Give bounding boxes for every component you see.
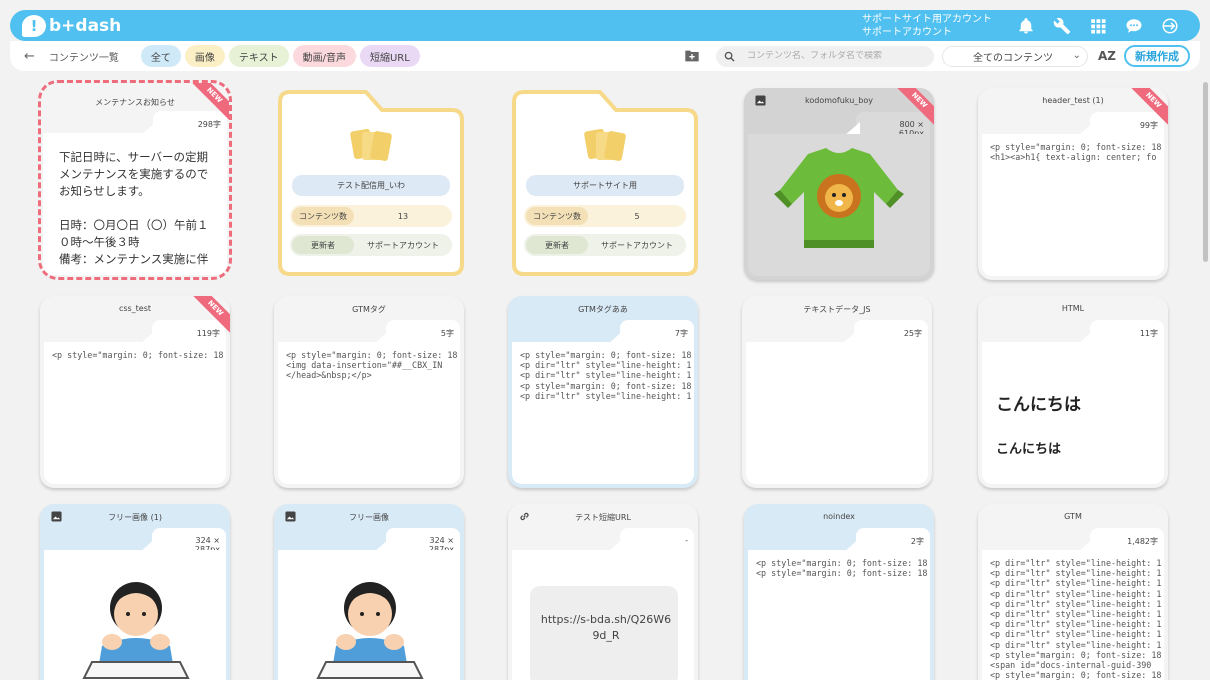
chat-icon[interactable] <box>1124 16 1144 36</box>
folder-add-icon[interactable] <box>684 49 700 63</box>
card-title: テスト短縮URL <box>575 513 631 522</box>
card-title: フリー画像 (1) <box>108 513 162 522</box>
account-name: サポートサイト用アカウント <box>862 13 992 25</box>
chevron-down-icon: ⌄ <box>1072 49 1081 61</box>
app-logo[interactable]: ! b+dash <box>22 14 122 37</box>
account-info[interactable]: サポートサイト用アカウント サポートアカウント <box>862 13 992 39</box>
search-input[interactable] <box>747 51 927 61</box>
page-scrollbar[interactable] <box>1201 82 1208 680</box>
sweater-image <box>774 148 904 248</box>
updater-label: 更新者 <box>526 236 588 254</box>
code-preview: <p style="margin: 0; font-size: 18 <h1><… <box>990 142 1162 163</box>
card-char-count: 2字 <box>910 537 924 546</box>
content-card-css-test[interactable]: css_test 119字 <p style="margin: 0; font-… <box>40 296 230 488</box>
card-char-count: 99字 <box>1139 121 1158 130</box>
search-icon <box>724 51 735 62</box>
back-arrow-icon[interactable]: ← <box>24 49 35 64</box>
card-char-count: 1,482字 <box>1127 537 1158 546</box>
count-value: 13 <box>397 211 409 221</box>
card-title: GTMタグああ <box>578 305 628 314</box>
updater-value: サポートアカウント <box>601 240 673 250</box>
boy-illustration-image <box>82 582 190 679</box>
content-type-value: 全てのコンテンツ <box>973 52 1053 64</box>
card-title: フリー画像 <box>349 513 389 522</box>
account-user: サポートアカウント <box>862 26 952 38</box>
boy-illustration-image <box>316 582 424 679</box>
folder-content-icon <box>584 128 626 161</box>
card-char-count: 11字 <box>1139 329 1158 338</box>
code-preview: <p style="margin: 0; font-size: 18 <img … <box>286 350 458 381</box>
card-char-count: 5字 <box>440 329 454 338</box>
logo-bubble-icon: ! <box>22 14 46 37</box>
folder-card-test[interactable]: テスト配信用_いわ コンテンツ数 13 更新者 サポートアカウント <box>276 88 466 278</box>
card-char-count: 25字 <box>903 329 922 338</box>
card-title: header_test (1) <box>1042 96 1104 105</box>
search-box[interactable] <box>716 45 934 67</box>
content-card-text-js[interactable]: テキストデータ_JS 25字 <box>742 296 932 488</box>
content-card-free-image[interactable]: フリー画像 324 × 287px <box>274 504 464 680</box>
filter-chip-video-audio[interactable]: 動画/音声 <box>292 45 356 67</box>
html-text-preview: こんにちは <box>996 442 1062 457</box>
notice-body-text: 下記日時に、サーバーの定期 メンテナンスを実施するので お知らせします。 日時：… <box>59 150 209 266</box>
code-preview: <p style="margin: 0; font-size: 18 <box>52 350 224 360</box>
content-card-gtm-tag[interactable]: GTMタグ 5字 <p style="margin: 0; font-size:… <box>274 296 464 488</box>
sort-az-button[interactable]: AZ <box>1098 49 1116 63</box>
content-type-select[interactable]: 全てのコンテンツ ⌄ <box>942 45 1088 67</box>
grid-icon[interactable] <box>1088 16 1108 36</box>
card-char-count: 119字 <box>196 329 220 338</box>
count-value: 5 <box>634 211 640 221</box>
wrench-icon[interactable] <box>1052 16 1072 36</box>
filter-chip-short-url[interactable]: 短縮URL <box>359 45 420 67</box>
updater-label: 更新者 <box>292 236 354 254</box>
logo-text: b+dash <box>49 15 122 36</box>
folder-updater: 更新者 サポートアカウント <box>524 234 686 256</box>
breadcrumb: コンテンツ一覧 <box>48 52 119 64</box>
count-label: コンテンツ数 <box>526 207 588 225</box>
short-url-value: https://s-bda.sh/Q26W6 9d_R <box>530 586 678 680</box>
card-title: kodomofuku_boy <box>805 96 873 105</box>
filter-chip-all[interactable]: 全て <box>140 45 181 67</box>
folder-name: テスト配信用_いわ <box>292 175 450 196</box>
content-card-html[interactable]: HTML 11字 こんにちは こんにちは <box>978 296 1168 488</box>
filter-chip-image[interactable]: 画像 <box>184 45 225 67</box>
folder-content-icon <box>350 128 392 161</box>
folder-updater: 更新者 サポートアカウント <box>290 234 452 256</box>
html-heading-preview: こんにちは <box>996 395 1081 415</box>
code-preview: <p dir="ltr" style="line-height: 1 <p di… <box>990 558 1162 680</box>
card-char-count: 7字 <box>674 329 688 338</box>
card-title: GTM <box>1064 512 1082 521</box>
content-card-short-url[interactable]: テスト短縮URL - https://s-bda.sh/Q26W6 9d_R <box>508 504 698 680</box>
filter-chip-text[interactable]: テキスト <box>228 45 289 67</box>
folder-content-count: コンテンツ数 13 <box>290 205 452 227</box>
folder-content-count: コンテンツ数 5 <box>524 205 686 227</box>
card-title: テキストデータ_JS <box>803 305 871 314</box>
card-char-count: - <box>685 536 688 545</box>
content-toolbar: ← コンテンツ一覧 全て 画像 テキスト 動画/音声 短縮URL 全てのコンテン… <box>10 41 1200 71</box>
card-char-count: 298字 <box>197 120 221 129</box>
card-title: GTMタグ <box>352 305 386 314</box>
code-preview: <p style="margin: 0; font-size: 18 <p di… <box>520 350 692 401</box>
content-card-free-image-1[interactable]: フリー画像 (1) 324 × 287px <box>40 504 230 680</box>
updater-value: サポートアカウント <box>367 240 439 250</box>
content-card-kodomofuku[interactable]: kodomofuku_boy 800 × 610px NEW <box>744 88 934 280</box>
content-card-header-test[interactable]: header_test (1) 99字 <p style="margin: 0;… <box>978 88 1168 280</box>
folder-name: サポートサイト用 <box>526 175 684 196</box>
code-preview: <p style="margin: 0; font-size: 18 <p st… <box>756 558 928 579</box>
scrollbar-thumb[interactable] <box>1203 82 1208 262</box>
bell-icon[interactable] <box>1016 16 1036 36</box>
content-card-notice[interactable]: メンテナンスお知らせ 298字 下記日時に、サーバーの定期 メンテナンスを実施す… <box>38 80 232 280</box>
content-card-noindex[interactable]: noindex 2字 <p style="margin: 0; font-siz… <box>744 504 934 680</box>
folder-card-support[interactable]: サポートサイト用 コンテンツ数 5 更新者 サポートアカウント <box>510 88 700 278</box>
content-card-gtm[interactable]: GTM 1,482字 <p dir="ltr" style="line-heig… <box>978 504 1168 680</box>
card-title: HTML <box>1061 304 1085 313</box>
card-title: メンテナンスお知らせ <box>95 98 175 107</box>
logout-icon[interactable] <box>1160 16 1180 36</box>
top-header: ! b+dash サポートサイト用アカウント サポートアカウント <box>10 10 1200 41</box>
card-title: css_test <box>118 304 152 313</box>
card-title: noindex <box>823 512 855 521</box>
count-label: コンテンツ数 <box>292 207 354 225</box>
create-new-button[interactable]: 新規作成 <box>1124 45 1190 67</box>
content-card-gtm-tag-aa[interactable]: GTMタグああ 7字 <p style="margin: 0; font-siz… <box>508 296 698 488</box>
